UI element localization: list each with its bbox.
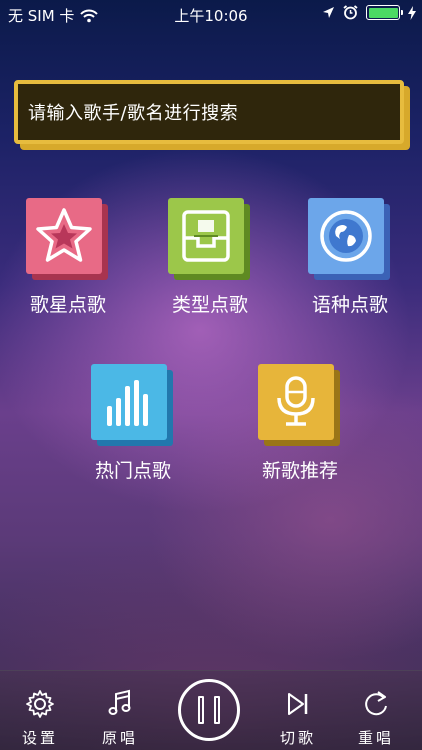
menu-item-genre[interactable]: 类型点歌 <box>150 198 270 317</box>
menu-item-label: 歌星点歌 <box>29 294 106 316</box>
menu-item-label: 类型点歌 <box>171 294 248 316</box>
player-toolbar: 设置 原唱 切歌 重唱 <box>0 670 422 750</box>
search-placeholder: 请输入歌手/歌名进行搜索 <box>28 103 239 124</box>
menu-item-new-songs[interactable]: 新歌推荐 <box>240 364 360 483</box>
settings-label: 设置 <box>21 729 58 747</box>
charging-bolt-icon <box>408 5 416 20</box>
inbox-icon <box>182 210 230 262</box>
bar-chart-icon <box>107 380 148 426</box>
location-arrow-icon <box>323 7 334 18</box>
original-label: 原唱 <box>101 729 138 747</box>
replay-button[interactable]: 重唱 <box>346 689 406 748</box>
globe-icon <box>320 210 372 262</box>
menu-item-label: 热门点歌 <box>94 460 171 482</box>
original-vocal-button[interactable]: 原唱 <box>90 689 150 748</box>
skip-next-icon <box>288 693 308 715</box>
battery-icon <box>366 5 403 20</box>
pause-button[interactable] <box>178 679 240 741</box>
star-icon <box>36 208 92 262</box>
replay-label: 重唱 <box>357 729 394 747</box>
menu-item-language[interactable]: 语种点歌 <box>290 198 410 317</box>
status-bar: 无 SIM 卡 上午10:06 <box>0 0 422 28</box>
skip-label: 切歌 <box>279 729 316 747</box>
skip-button[interactable]: 切歌 <box>268 689 328 748</box>
alarm-clock-icon <box>343 5 358 20</box>
menu-item-singer[interactable]: 歌星点歌 <box>8 198 128 317</box>
microphone-icon <box>277 376 315 426</box>
menu-item-hot[interactable]: 热门点歌 <box>73 364 193 483</box>
search-box[interactable]: 请输入歌手/歌名进行搜索 <box>14 80 410 150</box>
gear-icon <box>26 690 54 718</box>
settings-button[interactable]: 设置 <box>10 689 70 748</box>
menu-item-label: 语种点歌 <box>311 294 388 316</box>
replay-icon <box>365 691 387 716</box>
pause-icon <box>198 696 204 724</box>
menu-item-label: 新歌推荐 <box>261 460 338 482</box>
music-note-icon <box>108 689 131 715</box>
